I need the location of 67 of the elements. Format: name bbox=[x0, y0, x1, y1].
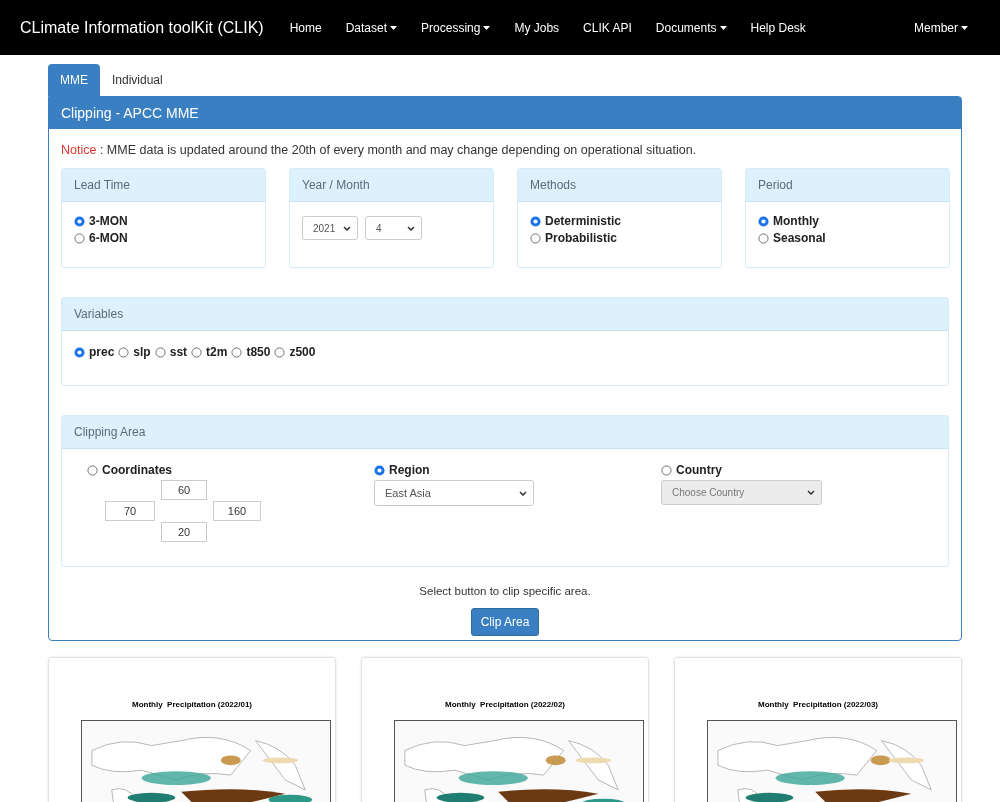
section-title: Methods bbox=[518, 169, 721, 202]
radio-button[interactable] bbox=[74, 346, 85, 358]
option-label: Country bbox=[676, 463, 722, 477]
year-select[interactable]: 2021 bbox=[302, 216, 358, 240]
radio-button[interactable] bbox=[87, 464, 98, 476]
hint-text: Select button to clip specific area. bbox=[418, 585, 592, 597]
radio-button[interactable] bbox=[758, 232, 769, 244]
member-menu[interactable]: Member bbox=[902, 20, 980, 35]
radio-button[interactable] bbox=[374, 464, 385, 476]
radio-button[interactable] bbox=[530, 232, 541, 244]
south-field[interactable]: 20 bbox=[161, 522, 207, 542]
radio-button[interactable] bbox=[231, 346, 243, 358]
option-label: sst bbox=[169, 345, 188, 359]
radio-button[interactable] bbox=[530, 215, 541, 227]
nav-link[interactable]: CLIK API bbox=[571, 20, 644, 35]
option-label: t2m bbox=[206, 345, 228, 359]
nav-link[interactable]: Documents bbox=[643, 20, 739, 35]
radio-button[interactable] bbox=[274, 346, 286, 358]
region-select[interactable]: East Asia bbox=[374, 480, 534, 506]
radio-button[interactable] bbox=[758, 215, 769, 227]
radio-button[interactable] bbox=[74, 215, 85, 227]
option-label: slp bbox=[133, 345, 151, 359]
nav-link[interactable]: Processing bbox=[409, 20, 503, 35]
east-field[interactable]: 160 bbox=[213, 501, 261, 521]
map-title: Monthly Precipitation (2022/01) bbox=[132, 700, 252, 709]
option-label: prec bbox=[89, 345, 115, 359]
option-label: 3-MON bbox=[89, 214, 128, 228]
option-label: Region bbox=[389, 463, 430, 477]
option-label: Coordinates bbox=[102, 463, 172, 477]
option-label: 6-MON bbox=[89, 231, 128, 245]
option-label: z500 bbox=[289, 345, 316, 359]
option-label: Deterministic bbox=[545, 214, 622, 228]
radio-button[interactable] bbox=[74, 232, 85, 244]
caret-icon bbox=[483, 25, 491, 30]
nav-link[interactable]: Dataset bbox=[333, 20, 410, 35]
month-select[interactable]: 4 bbox=[365, 216, 422, 240]
tab[interactable]: MME bbox=[48, 64, 100, 96]
section-title: Variables bbox=[62, 298, 948, 331]
map-title: Monthly Precipitation (2022/03) bbox=[758, 700, 878, 709]
section-title: Year / Month bbox=[290, 169, 493, 202]
nav-link[interactable]: My Jobs bbox=[502, 20, 572, 35]
radio-button[interactable] bbox=[191, 346, 203, 358]
section-title: Clipping Area bbox=[62, 416, 948, 449]
map-title: Monthly Precipitation (2022/02) bbox=[445, 700, 565, 709]
chevron-icon bbox=[343, 225, 351, 231]
west-field[interactable]: 70 bbox=[105, 501, 155, 521]
nav-link[interactable]: Home bbox=[277, 20, 334, 35]
caret-icon bbox=[719, 25, 727, 30]
nav-link[interactable]: Help Desk bbox=[738, 20, 818, 35]
caret-icon bbox=[961, 25, 968, 30]
option-label: Probabilistic bbox=[545, 231, 618, 245]
chevron-icon bbox=[519, 490, 527, 496]
chevron-icon bbox=[407, 225, 415, 231]
radio-button[interactable] bbox=[118, 346, 130, 358]
option-label: t850 bbox=[246, 345, 271, 359]
caret-icon bbox=[390, 25, 398, 30]
panel-title: Clipping - APCC MME bbox=[49, 97, 961, 129]
north-field[interactable]: 60 bbox=[161, 480, 207, 500]
notice-text: Notice : MME data is updated around the 20th of every month and may change depending on operational situation. bbox=[61, 143, 698, 157]
brand-title[interactable]: CLimate Information toolKit (CLIK) bbox=[20, 18, 264, 37]
section-title: Lead Time bbox=[62, 169, 265, 202]
radio-button[interactable] bbox=[154, 346, 166, 358]
clip-area-button[interactable]: Clip Area bbox=[470, 608, 540, 636]
section-title: Period bbox=[746, 169, 949, 202]
option-label: Monthly bbox=[773, 214, 819, 228]
option-label: Seasonal bbox=[773, 231, 826, 245]
chevron-icon bbox=[807, 490, 815, 495]
